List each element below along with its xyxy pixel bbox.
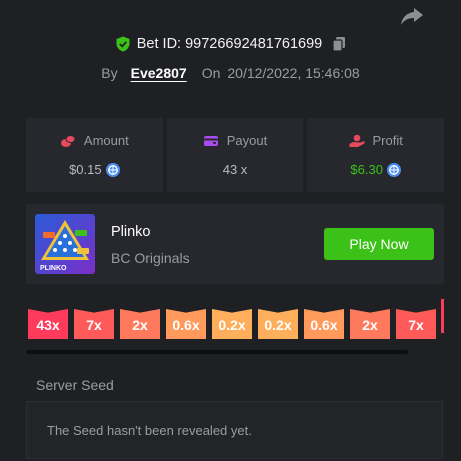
by-label: By (101, 65, 118, 81)
thumb-label: PLINKO (40, 265, 67, 272)
multiplier-cell: 7x (74, 309, 114, 339)
horizontal-scrollbar[interactable] (26, 350, 408, 354)
multiplier-cell: 0.2x (258, 309, 298, 339)
multiplier-cell: 0.6x (304, 309, 344, 339)
username-link[interactable]: Eve2807 (131, 65, 187, 81)
copy-icon[interactable] (332, 36, 346, 52)
server-seed-label: Server Seed (36, 377, 114, 393)
verified-shield-icon (116, 36, 130, 52)
game-card: PLINKO Plinko BC Originals Play Now (26, 204, 444, 284)
stat-value: $0.15 (69, 162, 102, 177)
stat-value: $6.30 (350, 162, 383, 177)
on-label: On (201, 65, 221, 81)
server-seed-value: The Seed hasn't been revealed yet. (47, 422, 252, 438)
multiplier-cell: 2x (350, 309, 390, 339)
stat-label: Payout (226, 133, 268, 148)
multiplier-overflow-edge (441, 299, 444, 333)
multiplier-cell: 43x (28, 309, 68, 339)
bet-stats: Amount $0.15 Payout 43 x Profit $6.30 (26, 118, 445, 192)
stat-label: Profit (372, 133, 403, 148)
multiplier-row: 43x 7x 2x 0.6x 0.2x 0.2x 0.6x 2x 7x (28, 309, 436, 339)
multiplier-cell: 7x (396, 309, 436, 339)
multiplier-cell: 0.6x (166, 309, 206, 339)
stat-payout: Payout 43 x (166, 118, 304, 192)
wallet-icon (203, 135, 218, 146)
server-seed-field: The Seed hasn't been revealed yet. (26, 401, 443, 459)
plinko-thumbnail[interactable]: PLINKO (35, 214, 95, 274)
stat-profit: Profit $6.30 (307, 118, 445, 192)
profit-hand-icon (349, 134, 364, 147)
stat-amount: Amount $0.15 (26, 118, 163, 192)
coins-icon (60, 134, 76, 147)
share-icon[interactable] (400, 6, 424, 26)
bet-id: Bet ID: 99726692481761699 (136, 36, 323, 52)
multiplier-cell: 2x (120, 309, 160, 339)
stat-value: 43 x (222, 162, 248, 177)
bet-detail-panel: Bet ID: 99726692481761699 By Eve2807 On … (0, 0, 461, 461)
stat-label: Amount (83, 133, 129, 148)
bet-meta-row: By Eve2807 On 20/12/2022, 15:46:08 (0, 65, 461, 81)
bet-id-row: Bet ID: 99726692481761699 (0, 36, 461, 52)
usdc-coin-icon (386, 162, 401, 177)
play-now-button[interactable]: Play Now (324, 228, 434, 260)
game-name: Plinko (111, 224, 151, 240)
multiplier-cell: 0.2x (212, 309, 252, 339)
game-provider: BC Originals (111, 250, 190, 266)
bet-datetime: 20/12/2022, 15:46:08 (227, 65, 360, 81)
usdc-coin-icon (105, 162, 120, 177)
